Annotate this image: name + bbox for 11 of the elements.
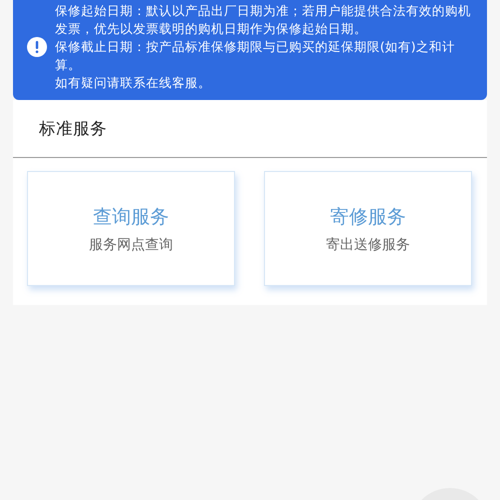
notice-text: 保修起始日期：默认以产品出厂日期为准；若用户能提供合法有效的购机发票，优先以发票载明的购机日期作为保修起始日期。	[55, 2, 472, 38]
service-card[interactable]: 查询服务 服务网点查询	[27, 171, 235, 286]
card-title: 寄修服务	[330, 204, 406, 230]
exclamation-icon	[27, 37, 47, 57]
card-subtitle: 服务网点查询	[89, 236, 173, 254]
card-title: 查询服务	[93, 204, 169, 230]
card-subtitle: 寄出送修服务	[326, 236, 410, 254]
notice-text: 保修截止日期：按产品标准保修期限与已购买的延保期限(如有)之和计算。	[55, 38, 456, 74]
section-title: 标准服务	[38, 118, 108, 136]
notice-text: 如有疑问请联系在线客服。	[55, 74, 212, 92]
service-card[interactable]: 寄修服务 寄出送修服务	[264, 171, 472, 286]
